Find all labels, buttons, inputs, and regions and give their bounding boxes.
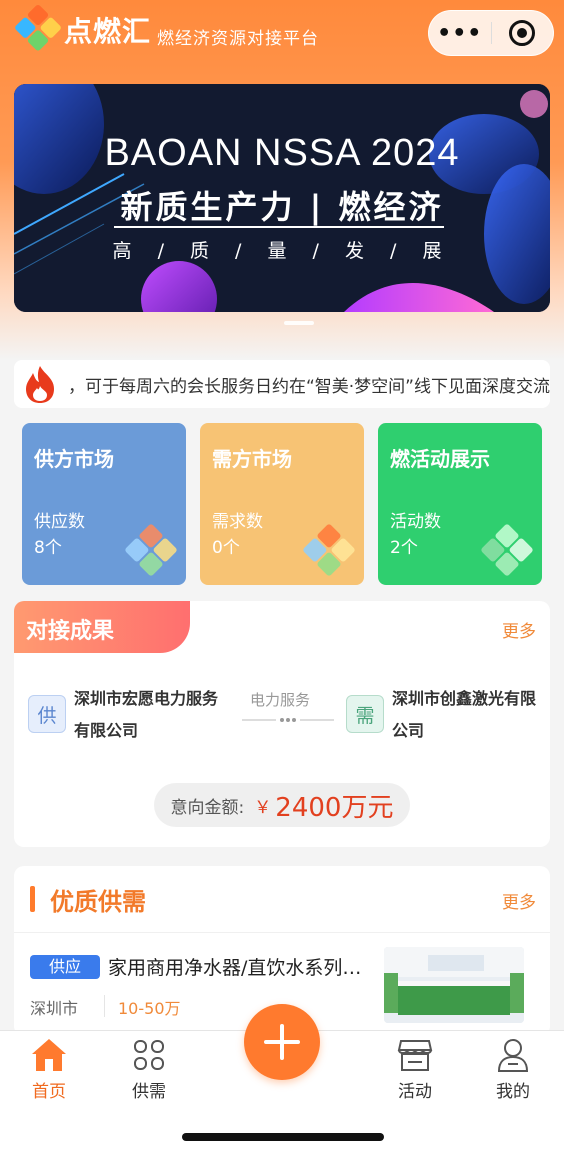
card-label: 活动数 — [390, 512, 441, 532]
target-icon — [509, 20, 536, 46]
supply-badge: 供应 — [30, 955, 100, 979]
user-icon — [478, 1035, 548, 1075]
connector-icon — [242, 718, 334, 722]
card-label: 供应数 — [34, 512, 85, 532]
tab-supply-demand[interactable]: 供需 — [114, 1035, 184, 1105]
supplier-name-line2: 有限公司 — [74, 721, 139, 740]
card-value: 0个 — [212, 538, 240, 558]
publish-button[interactable] — [244, 1004, 320, 1080]
tab-home[interactable]: 首页 — [14, 1035, 84, 1105]
tab-profile[interactable]: 我的 — [478, 1035, 548, 1105]
section-accent-bar — [30, 886, 35, 912]
store-icon — [380, 1035, 450, 1075]
results-more-link[interactable]: 更多 — [502, 617, 536, 642]
notice-text: ，可于每周六的会长服务日约在“智美·梦空间”线下见面深度交流 — [67, 376, 550, 397]
app-logo: 点燃汇 燃经济资源对接平台 — [13, 3, 320, 52]
item-price: 10-50万 — [118, 999, 181, 1018]
card-logo-icon — [125, 524, 177, 576]
banner-tagline: 高 / 质 / 量 / 发 / 展 — [112, 240, 452, 262]
tab-label: 我的 — [496, 1082, 530, 1102]
fire-icon — [20, 360, 60, 408]
item-title: 家用商用净水器/直饮水系列… — [108, 957, 362, 979]
amount-value: 2400万元 — [275, 792, 394, 823]
intended-amount: 意向金额: ￥ 2400万元 — [154, 783, 410, 827]
item-divider — [104, 995, 105, 1017]
brand-name: 点燃汇 — [64, 15, 152, 48]
section-title: 对接成果 — [26, 619, 115, 644]
item-thumbnail — [384, 947, 524, 1023]
home-indicator — [182, 1133, 384, 1141]
demander-name-line2: 公司 — [392, 721, 425, 740]
more-menu-button[interactable]: ••• — [429, 21, 491, 46]
card-value: 8个 — [34, 538, 62, 558]
carousel-indicator — [284, 321, 314, 325]
amount-label: 意向金额: — [170, 797, 245, 818]
card-title: 需方市场 — [212, 447, 292, 471]
card-logo-icon — [303, 524, 355, 576]
tab-label: 活动 — [398, 1082, 432, 1102]
docking-results-section: 对接成果 更多 供 深圳市宏愿电力服务 有限公司 电力服务 需 深圳市创鑫激光有… — [14, 601, 550, 847]
tab-label: 供需 — [132, 1082, 166, 1102]
banner-divider — [114, 226, 444, 228]
card-title: 燃活动展示 — [390, 447, 490, 471]
demander-name-line1: 深圳市创鑫激光有限 — [392, 689, 537, 708]
section-title: 优质供需 — [50, 888, 146, 916]
amount-currency: ￥ — [254, 797, 272, 818]
banner-title: BAOAN NSSA 2024 — [104, 132, 460, 174]
logo-mark-icon — [10, 3, 67, 61]
tab-activities[interactable]: 活动 — [380, 1035, 450, 1105]
service-type: 电力服务 — [250, 691, 311, 709]
mini-program-home: 点燃汇 燃经济资源对接平台 ••• BAOAN NSSA 2024 新质生产力 … — [0, 0, 564, 1153]
supplier-name: 深圳市宏愿电力服务 有限公司 — [74, 683, 234, 747]
promo-banner[interactable]: BAOAN NSSA 2024 新质生产力 | 燃经济 高 / 质 / 量 / … — [14, 84, 550, 312]
demander-tag: 需 — [346, 695, 384, 733]
plus-icon — [264, 1024, 300, 1060]
supply-demand-more-link[interactable]: 更多 — [502, 888, 536, 913]
demander-name: 深圳市创鑫激光有限 公司 — [392, 683, 550, 747]
market-cards: 供方市场 供应数 8个 需方市场 需求数 0个 燃活动展示 活动数 2个 — [22, 423, 542, 585]
close-program-button[interactable] — [491, 20, 553, 46]
supplier-tag: 供 — [28, 695, 66, 733]
card-title: 供方市场 — [34, 447, 114, 471]
card-logo-icon — [481, 524, 533, 576]
grid-icon — [114, 1035, 184, 1075]
result-pair[interactable]: 供 深圳市宏愿电力服务 有限公司 电力服务 需 深圳市创鑫激光有限 公司 — [28, 685, 540, 755]
demand-market-card[interactable]: 需方市场 需求数 0个 — [200, 423, 364, 585]
banner-subtitle: 新质生产力 | 燃经济 — [120, 188, 444, 226]
supply-market-card[interactable]: 供方市场 供应数 8个 — [22, 423, 186, 585]
supplier-name-line1: 深圳市宏愿电力服务 — [74, 689, 219, 708]
section-header: 对接成果 — [14, 601, 190, 653]
event-showcase-card[interactable]: 燃活动展示 活动数 2个 — [378, 423, 542, 585]
mini-program-capsule: ••• — [428, 10, 554, 56]
item-city: 深圳市 — [30, 999, 79, 1018]
notice-bar[interactable]: ，可于每周六的会长服务日约在“智美·梦空间”线下见面深度交流 — [14, 360, 550, 408]
tab-label: 首页 — [32, 1082, 66, 1102]
home-icon — [14, 1035, 84, 1075]
card-label: 需求数 — [212, 512, 263, 532]
card-value: 2个 — [390, 538, 418, 558]
top-bar: 点燃汇 燃经济资源对接平台 ••• — [0, 0, 564, 70]
brand-slogan: 燃经济资源对接平台 — [157, 28, 320, 49]
